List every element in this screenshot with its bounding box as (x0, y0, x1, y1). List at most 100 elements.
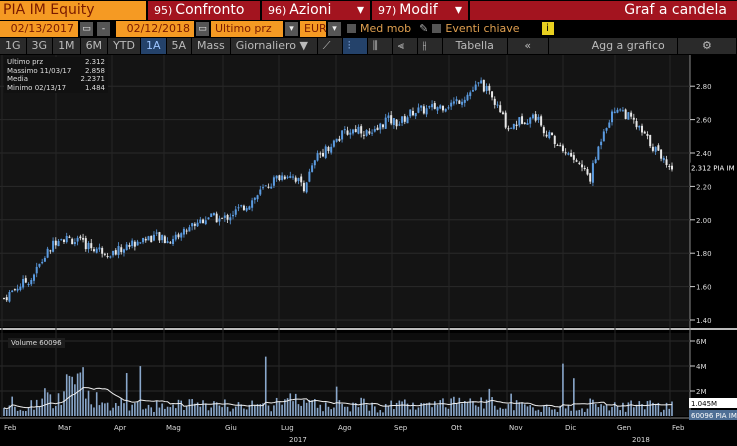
period-6m[interactable]: 6M (80, 37, 108, 54)
legend-item: Ultimo prz 2.312 (7, 58, 105, 67)
volume-bar (447, 408, 450, 416)
period-mass[interactable]: Mass (192, 37, 230, 54)
azioni-button[interactable]: 96) Azioni ▾ (262, 0, 370, 20)
period-3g[interactable]: 3G (26, 37, 53, 54)
pencil-icon[interactable]: ✎ (419, 22, 428, 35)
candle-body (551, 132, 554, 136)
candle-body (297, 178, 300, 182)
volume-bar (226, 406, 229, 416)
volume-bar (671, 401, 673, 416)
volume-bar (573, 378, 575, 416)
volume-bar (341, 403, 343, 416)
candle-body (553, 135, 556, 145)
candle-body (289, 175, 292, 178)
azioni-num: 96) (268, 3, 287, 17)
currency-select[interactable]: EUR (300, 20, 327, 37)
volume-bar (131, 404, 133, 416)
candle-body (316, 153, 319, 161)
candle-body (16, 288, 19, 291)
volume-bar (128, 410, 131, 416)
candle-body (136, 241, 139, 246)
candle-body (436, 107, 439, 111)
price-tick-label: 2.00 (696, 217, 712, 225)
candle-body (133, 241, 136, 247)
period-5a[interactable]: 5A (166, 37, 192, 54)
period-1a[interactable]: 1A (140, 37, 166, 54)
calendar-icon[interactable]: ▭ (196, 21, 209, 36)
med-mob-checkbox[interactable] (347, 24, 356, 33)
volume-bar (510, 393, 512, 416)
chart-title: Graf a candela (470, 0, 737, 20)
modif-num: 97) (378, 3, 397, 17)
period-1m[interactable]: 1M (53, 37, 80, 54)
candle-body (660, 149, 663, 159)
candle-body (57, 240, 60, 247)
calendar-icon[interactable]: ▭ (80, 21, 93, 36)
candle-body (128, 244, 131, 247)
volume-bar (515, 400, 518, 416)
volume-bar (74, 384, 76, 416)
eventi-checkbox[interactable] (432, 24, 442, 33)
candle-body (433, 103, 436, 109)
volume-bar (82, 367, 84, 416)
candle-body (605, 128, 608, 131)
chevron-down-icon[interactable]: ▾ (285, 21, 298, 36)
agg-grafico-button[interactable]: Agg a grafico (548, 37, 677, 54)
candle-body (668, 165, 671, 167)
line-chart-icon[interactable]: ⟋ (317, 37, 342, 54)
candle-body (409, 109, 412, 117)
volume-bar (240, 404, 243, 416)
candle-body (368, 131, 371, 134)
month-label: Dic (565, 424, 576, 432)
volume-bar (417, 407, 420, 416)
volume-bar (360, 397, 362, 416)
volume-bar (357, 407, 360, 416)
candle-body (76, 237, 79, 242)
month-label: Nov (509, 424, 523, 432)
confronto-button[interactable]: 95) Confronto (148, 0, 260, 20)
candle-chart-icon[interactable]: ⫶ (342, 37, 367, 54)
candle-body (422, 106, 425, 114)
bar-chart-icon[interactable]: ⫼ (367, 37, 392, 54)
legend-value: 2.2371 (80, 75, 106, 83)
modif-button[interactable]: 97) Modif ▾ (372, 0, 468, 20)
volume-bar (586, 408, 589, 416)
candle-body (485, 86, 488, 92)
year-label: 2017 (289, 436, 307, 444)
volume-bar (123, 403, 125, 416)
settings-gear-icon[interactable]: ⚙ (677, 37, 736, 54)
volume-bar (174, 408, 177, 416)
volume-bar (483, 408, 485, 416)
candle-body (641, 125, 644, 133)
candle-body (395, 119, 398, 127)
ticker-field[interactable]: PIA IM Equity (0, 0, 146, 20)
end-date-input[interactable]: 02/12/2018 (116, 20, 194, 37)
volume-bar (641, 404, 643, 416)
field-select[interactable]: Ultimo prz (211, 20, 283, 37)
candlestick-chart[interactable]: 1.40 1.60 1.80 2.00 2.20 2.40 2.60 2.80 2M 4M 6M Fe… (0, 55, 737, 446)
start-date-input[interactable]: 02/13/2017 (0, 20, 78, 37)
period-1g[interactable]: 1G (0, 37, 26, 54)
tabella-button[interactable]: Tabella (442, 37, 507, 54)
period-ytd[interactable]: YTD (108, 37, 140, 54)
candle-body (79, 236, 82, 239)
collapse-button[interactable]: « (507, 37, 548, 54)
candle-body (371, 132, 374, 134)
volume-bar (504, 408, 507, 416)
candle-body (193, 223, 196, 226)
frequency-select[interactable]: Giornaliero ▼ (230, 37, 317, 54)
ohlc-chart-icon[interactable]: ⫷ (392, 37, 417, 54)
info-icon[interactable]: i (541, 22, 554, 35)
hlc-chart-icon[interactable]: ⫲ (417, 37, 442, 54)
volume-bar (499, 407, 502, 416)
candle-body (537, 116, 540, 121)
candle-body (84, 238, 87, 250)
candle-body (245, 208, 248, 211)
last-price-label: 2.312 PIA IM (691, 165, 735, 173)
candle-body (199, 219, 202, 224)
candle-body (302, 182, 305, 192)
candle-body (545, 134, 548, 137)
candle-body (567, 153, 570, 155)
candle-body (411, 110, 414, 116)
chevron-down-icon[interactable]: ▾ (328, 21, 341, 36)
